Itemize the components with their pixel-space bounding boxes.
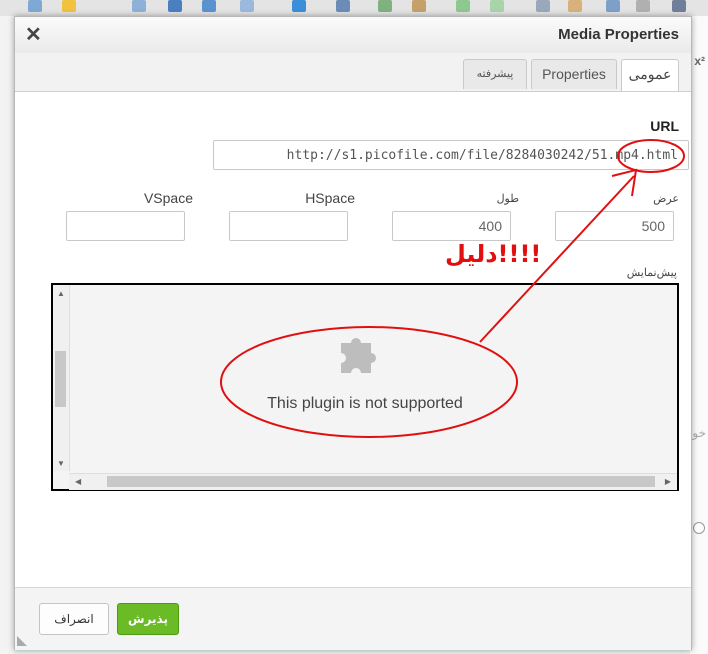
background-radio	[693, 522, 705, 534]
toolbar-icon	[568, 0, 582, 12]
dialog-footer: پذیرش انصراف	[15, 587, 691, 650]
tab-content: URL عرض طول HSpace VSpace پیش‌نمایش ▲ ▼ …	[15, 92, 691, 587]
media-preview: ▲ ▼ This plugin is not supported ◀ ▶	[51, 283, 679, 491]
horizontal-scroll-thumb[interactable]	[107, 476, 655, 487]
toolbar-icon	[636, 0, 650, 12]
toolbar-icon	[28, 0, 42, 12]
dialog-titlebar[interactable]: ✕ Media Properties	[15, 17, 691, 54]
annotation-text: دلیل!!!!	[445, 240, 542, 268]
puzzle-piece-icon	[341, 338, 376, 373]
toolbar-icon	[672, 0, 686, 12]
tab-properties[interactable]: Properties	[531, 59, 617, 89]
background-right-panel: x² خو	[690, 16, 708, 654]
height-label: طول	[496, 193, 519, 205]
media-properties-dialog: ✕ Media Properties عمومی Properties پیشر…	[14, 16, 692, 650]
preview-label: پیش‌نمایش	[626, 267, 677, 279]
width-label: عرض	[653, 193, 679, 205]
close-icon[interactable]: ✕	[25, 25, 42, 45]
toolbar-icon	[378, 0, 392, 12]
hspace-input[interactable]	[229, 211, 348, 241]
dialog-title: Media Properties	[558, 26, 679, 43]
tab-general[interactable]: عمومی	[621, 59, 679, 91]
tab-advanced[interactable]: پیشرفته	[463, 59, 527, 89]
hspace-label: HSpace	[305, 190, 355, 206]
preview-horizontal-scrollbar[interactable]: ◀ ▶	[69, 473, 677, 490]
ok-button[interactable]: پذیرش	[117, 603, 179, 635]
scroll-right-icon[interactable]: ▶	[665, 477, 671, 486]
url-input[interactable]	[213, 140, 689, 170]
tab-strip: عمومی Properties پیشرفته	[15, 53, 691, 92]
toolbar-icon	[336, 0, 350, 12]
width-input[interactable]	[555, 211, 674, 241]
toolbar-icon	[536, 0, 550, 12]
toolbar-icon	[240, 0, 254, 12]
scroll-up-icon[interactable]: ▲	[57, 289, 65, 298]
background-x-icon: x²	[694, 54, 705, 68]
toolbar-icon	[606, 0, 620, 12]
toolbar-icon	[202, 0, 216, 12]
plugin-unsupported-message: This plugin is not supported	[267, 395, 463, 412]
preview-vertical-scrollbar[interactable]: ▲ ▼	[53, 285, 70, 471]
background-left-panel	[0, 16, 14, 654]
height-input[interactable]	[392, 211, 511, 241]
scroll-left-icon[interactable]: ◀	[75, 477, 81, 486]
toolbar-icon	[456, 0, 470, 12]
toolbar-icon	[132, 0, 146, 12]
toolbar-icon	[412, 0, 426, 12]
vspace-input[interactable]	[66, 211, 185, 241]
toolbar-icon	[292, 0, 306, 12]
resize-grip-icon[interactable]	[17, 636, 27, 646]
url-label: URL	[650, 118, 679, 134]
background-text: خو	[692, 426, 706, 440]
vspace-label: VSpace	[143, 190, 193, 206]
toolbar-icon	[168, 0, 182, 12]
scroll-down-icon[interactable]: ▼	[57, 459, 65, 468]
cancel-button[interactable]: انصراف	[39, 603, 109, 635]
background-toolbar	[0, 0, 708, 17]
toolbar-icon	[490, 0, 504, 12]
toolbar-icon	[62, 0, 76, 12]
